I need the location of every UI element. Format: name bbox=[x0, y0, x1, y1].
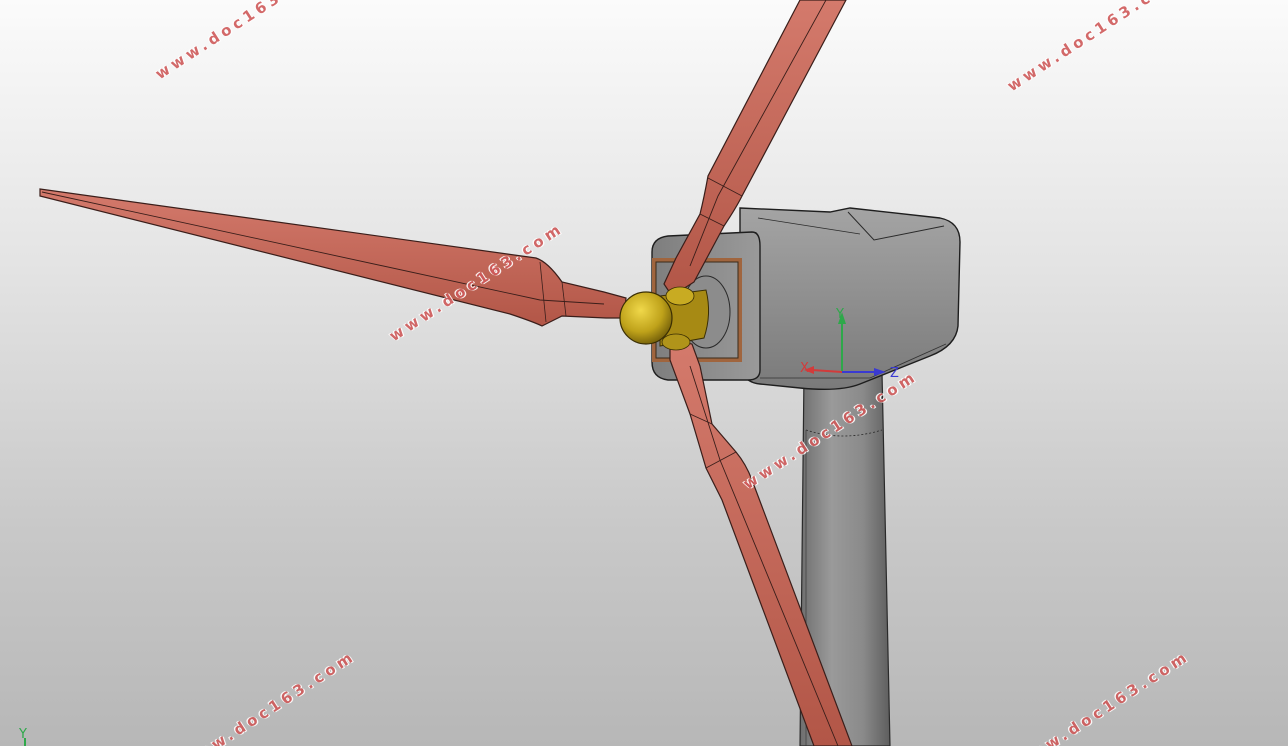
view-orientation-triad: Y bbox=[18, 727, 27, 746]
triad-z-label: Z bbox=[890, 366, 899, 381]
triad-x-label: X bbox=[800, 361, 809, 376]
triad-y-label: Y bbox=[835, 307, 844, 322]
wind-turbine-model[interactable]: Y X Z Y bbox=[0, 0, 1288, 746]
corner-triad-y-label: Y bbox=[18, 727, 27, 742]
cad-3d-viewport[interactable]: Y X Z Y www.doc163.com www.doc163.com ww… bbox=[0, 0, 1288, 746]
rotor-blade-left[interactable] bbox=[39, 188, 627, 327]
